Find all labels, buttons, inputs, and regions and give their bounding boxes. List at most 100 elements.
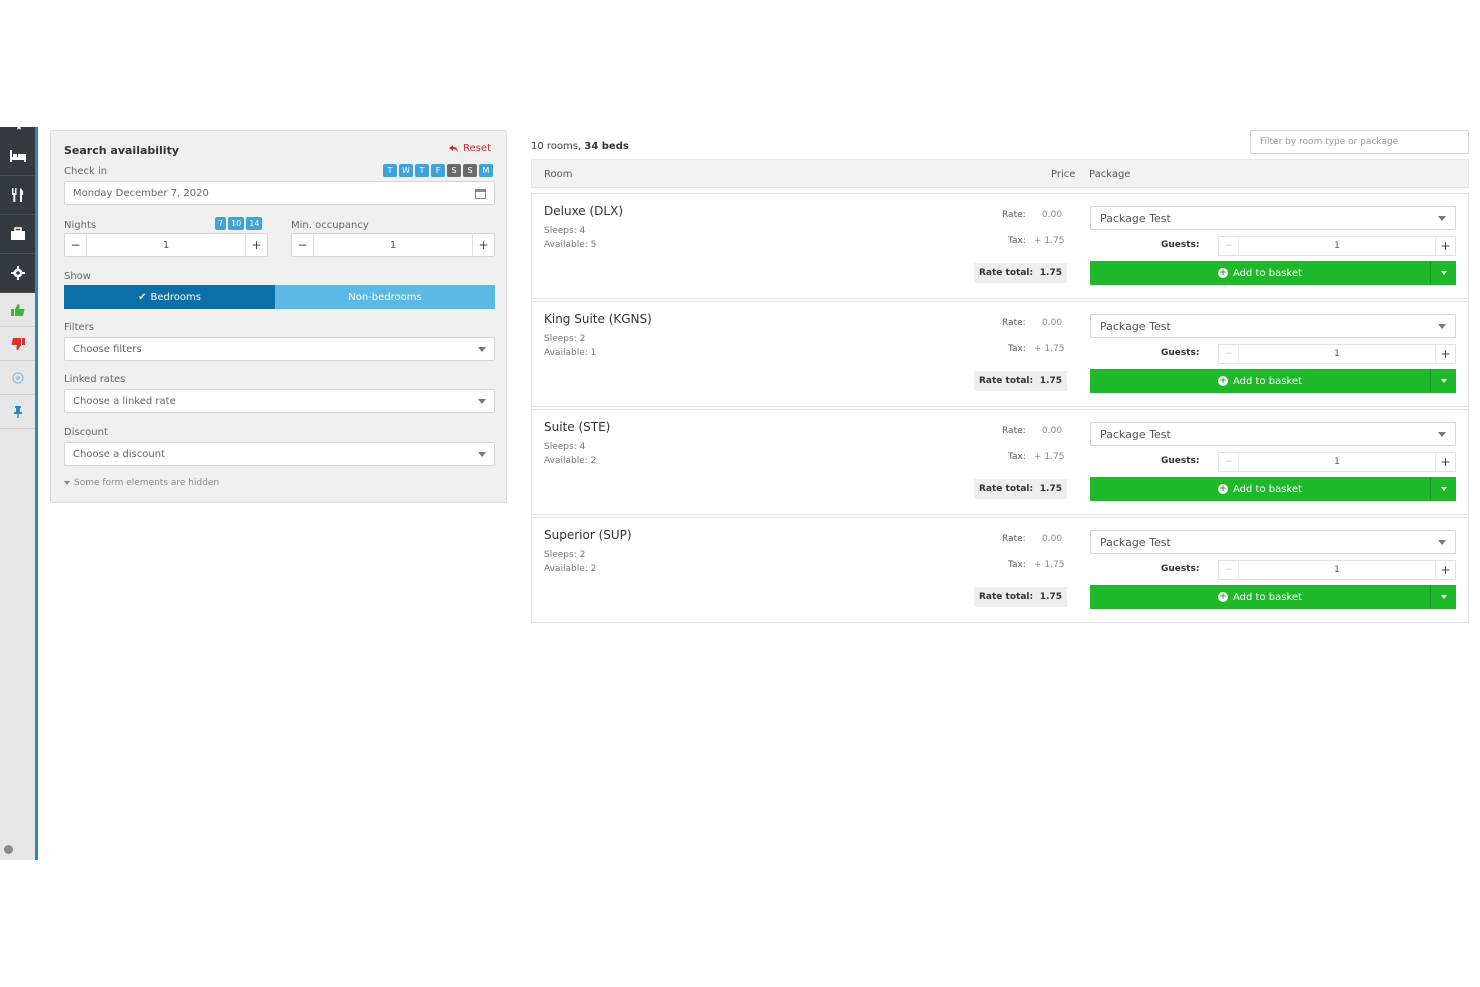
sidebar-top-item[interactable]	[0, 127, 35, 137]
guests-value[interactable]: 1	[1239, 349, 1435, 359]
package-value: Package Test	[1100, 427, 1171, 441]
caret-down-icon	[1440, 487, 1447, 491]
rate-total-label: Rate total:	[979, 376, 1034, 386]
hidden-elements-toggle[interactable]: Some form elements are hidden	[64, 478, 219, 488]
rate-total-value: 1.75	[1039, 592, 1062, 602]
linked-rates-select[interactable]: Choose a linked rate	[64, 389, 495, 413]
add-to-basket-main[interactable]: + Add to basket	[1090, 484, 1430, 495]
add-to-basket-button[interactable]: + Add to basket	[1090, 585, 1456, 609]
day-button-mon[interactable]: M	[479, 164, 493, 177]
caret-down-icon	[64, 481, 70, 485]
chevron-down-icon	[1438, 539, 1446, 545]
guests-label: Guests:	[1161, 348, 1200, 358]
add-to-basket-dropdown[interactable]	[1430, 477, 1456, 501]
guests-decrement-button[interactable]: −	[1219, 237, 1239, 255]
sidebar-item-settings[interactable]	[0, 254, 35, 293]
add-to-basket-label: Add to basket	[1233, 483, 1302, 495]
thumbs-up-icon	[10, 303, 24, 316]
search-title: Search availability	[64, 144, 180, 157]
occupancy-decrement-button[interactable]: −	[292, 234, 314, 256]
occupancy-increment-button[interactable]: +	[472, 234, 494, 256]
rate-label: Rate:	[1002, 534, 1026, 544]
guests-increment-button[interactable]: +	[1435, 345, 1455, 363]
sidebar-item-rooms[interactable]	[0, 137, 35, 176]
results-table-header: Room Price Package	[531, 159, 1469, 188]
nights-decrement-button[interactable]: −	[65, 234, 87, 256]
add-to-basket-dropdown[interactable]	[1430, 369, 1456, 393]
nights-button-7[interactable]: 7	[215, 217, 227, 230]
guests-increment-button[interactable]: +	[1435, 453, 1455, 471]
linked-rates-placeholder: Choose a linked rate	[73, 395, 176, 407]
rate-label: Rate:	[1002, 210, 1026, 220]
day-button-fri[interactable]: F	[431, 164, 445, 177]
sidebar	[0, 127, 38, 860]
add-to-basket-button[interactable]: + Add to basket	[1090, 369, 1456, 393]
sidebar-item-reject[interactable]	[0, 327, 35, 361]
column-package: Package	[1089, 169, 1131, 180]
day-button-sun[interactable]: S	[463, 164, 477, 177]
pin-icon	[13, 405, 22, 418]
occupancy-value[interactable]: 1	[314, 240, 472, 251]
guests-stepper: − 1 +	[1218, 344, 1456, 364]
rate-value: 0.00	[1042, 318, 1063, 328]
rate-total: Rate total: 1.75	[974, 263, 1067, 283]
guests-increment-button[interactable]: +	[1435, 237, 1455, 255]
chevron-down-icon	[1438, 323, 1446, 329]
package-value: Package Test	[1100, 211, 1171, 225]
guests-value[interactable]: 1	[1239, 565, 1435, 575]
nights-increment-button[interactable]: +	[245, 234, 267, 256]
guests-decrement-button[interactable]: −	[1219, 561, 1239, 579]
add-to-basket-button[interactable]: + Add to basket	[1090, 477, 1456, 501]
sidebar-item-approve[interactable]	[0, 293, 35, 327]
rate-total-label: Rate total:	[979, 592, 1034, 602]
add-to-basket-main[interactable]: + Add to basket	[1090, 592, 1430, 603]
bedrooms-toggle-button[interactable]: ✔ Bedrooms	[64, 285, 275, 309]
guests-decrement-button[interactable]: −	[1219, 453, 1239, 471]
chevron-down-icon	[478, 346, 486, 352]
reset-label: Reset	[463, 143, 491, 154]
nonbedrooms-toggle-button[interactable]: Non-bedrooms	[275, 285, 495, 309]
guests-stepper: − 1 +	[1218, 452, 1456, 472]
add-to-basket-main[interactable]: + Add to basket	[1090, 376, 1430, 387]
day-button-thu[interactable]: T	[415, 164, 429, 177]
day-button-sat[interactable]: S	[447, 164, 461, 177]
guests-increment-button[interactable]: +	[1435, 561, 1455, 579]
package-select[interactable]: Package Test	[1090, 530, 1456, 554]
nights-button-14[interactable]: 14	[246, 217, 263, 230]
help-icon[interactable]	[4, 845, 13, 854]
calendar-icon[interactable]	[475, 188, 486, 199]
nights-value[interactable]: 1	[87, 240, 245, 251]
rate-total: Rate total: 1.75	[974, 479, 1067, 499]
nights-button-10[interactable]: 10	[228, 217, 245, 230]
reset-button[interactable]: Reset	[449, 143, 491, 154]
plus-circle-icon: +	[1218, 267, 1229, 278]
restaurant-icon	[11, 188, 23, 202]
package-select[interactable]: Package Test	[1090, 314, 1456, 338]
guests-decrement-button[interactable]: −	[1219, 345, 1239, 363]
sidebar-item-status[interactable]	[0, 361, 35, 395]
sidebar-item-business[interactable]	[0, 215, 35, 254]
filters-select[interactable]: Choose filters	[64, 337, 495, 361]
room-filter-input[interactable]: Filter by room type or package	[1250, 130, 1469, 154]
day-button-tue[interactable]: T	[383, 164, 397, 177]
rate-value: 0.00	[1042, 210, 1063, 220]
rate-value: 0.00	[1042, 534, 1063, 544]
add-to-basket-button[interactable]: + Add to basket	[1090, 261, 1456, 285]
discount-label: Discount	[64, 427, 108, 438]
add-to-basket-dropdown[interactable]	[1430, 261, 1456, 285]
guests-value[interactable]: 1	[1239, 457, 1435, 467]
discount-select[interactable]: Choose a discount	[64, 442, 495, 466]
sidebar-item-restaurant[interactable]	[0, 176, 35, 215]
package-select[interactable]: Package Test	[1090, 206, 1456, 230]
add-to-basket-main[interactable]: + Add to basket	[1090, 268, 1430, 279]
checkin-date-field[interactable]: Monday December 7, 2020	[64, 181, 495, 205]
day-button-wed[interactable]: W	[399, 164, 413, 177]
tax-value: + 1.75	[1034, 452, 1065, 462]
add-to-basket-dropdown[interactable]	[1430, 585, 1456, 609]
guests-value[interactable]: 1	[1239, 241, 1435, 251]
min-occupancy-label: Min. occupancy	[291, 220, 369, 231]
plus-circle-icon: +	[1218, 375, 1229, 386]
sidebar-item-pin[interactable]	[0, 395, 35, 429]
package-select[interactable]: Package Test	[1090, 422, 1456, 446]
nights-shortcuts: 7 10 14	[215, 217, 263, 230]
